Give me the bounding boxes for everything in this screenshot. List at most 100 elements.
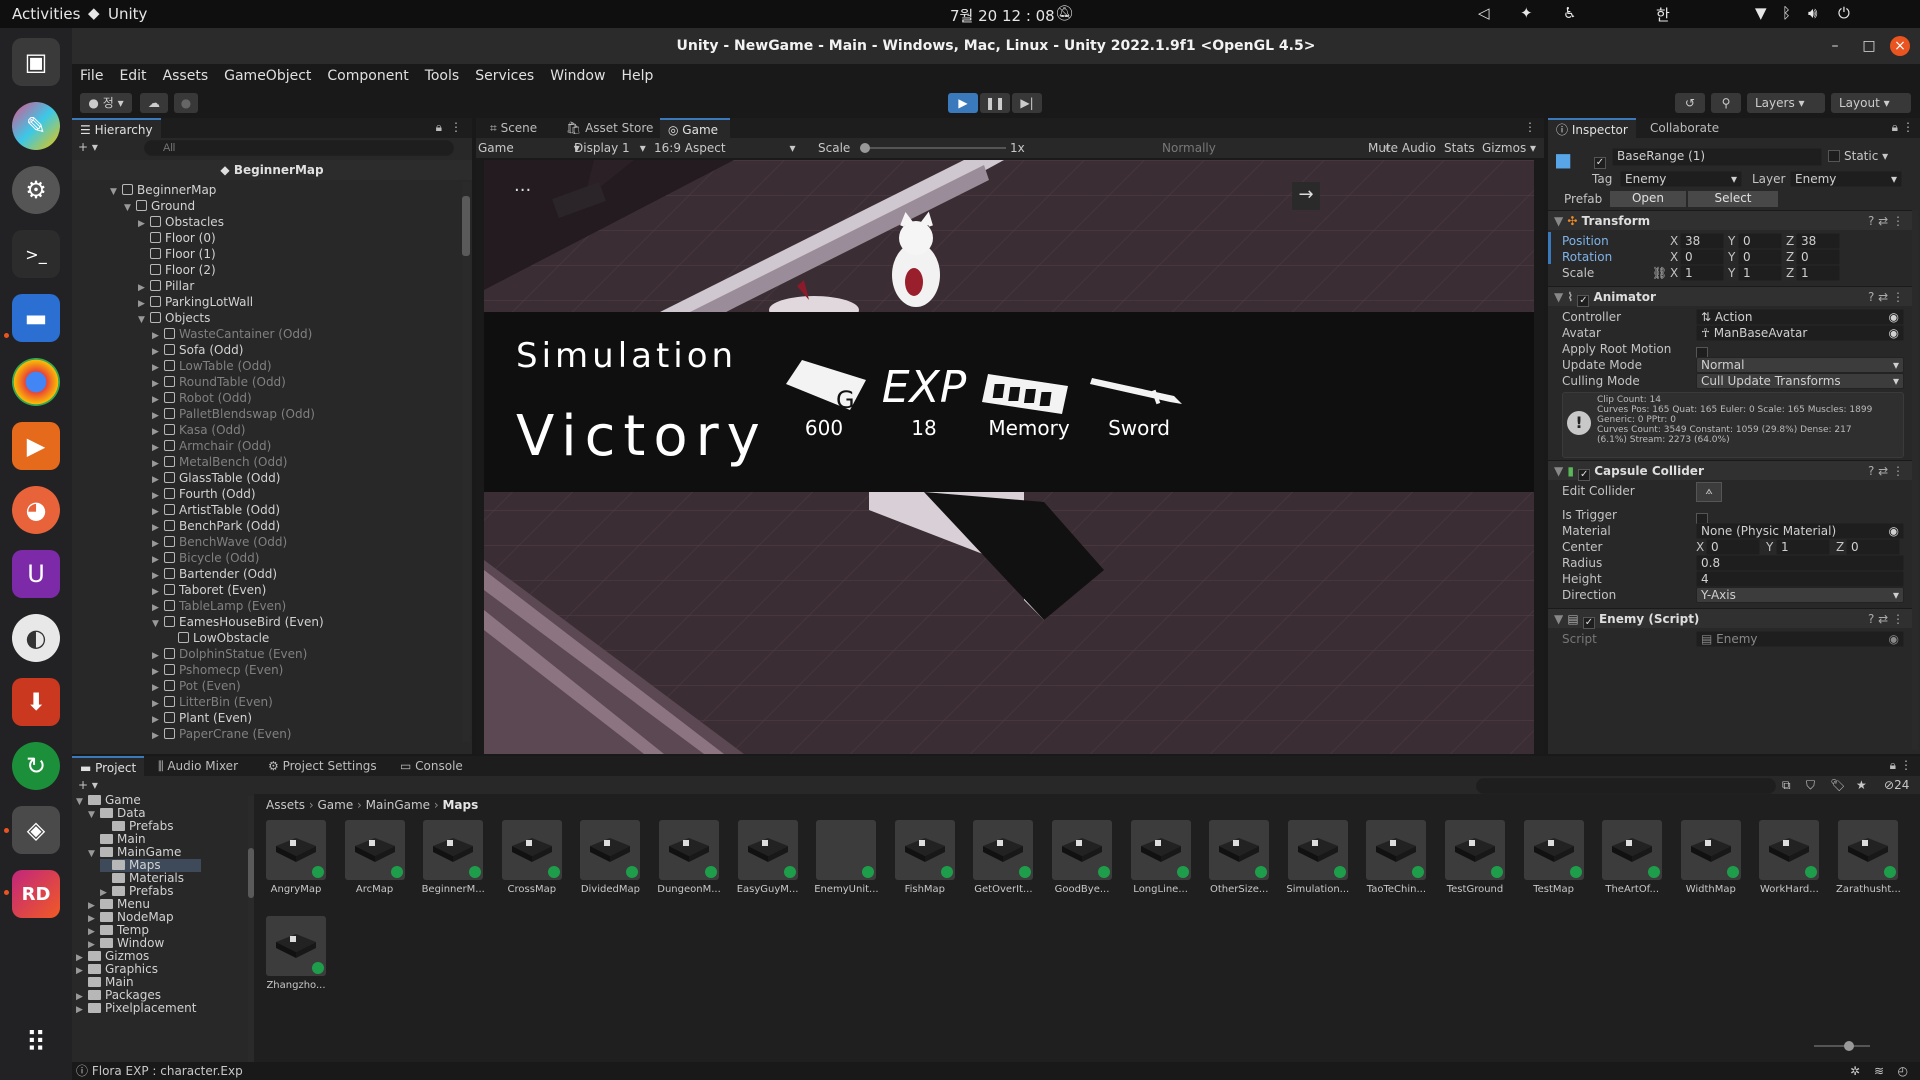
direction-dropdown[interactable]: Y-Axis ▾ — [1696, 587, 1904, 603]
prefab-select-button[interactable]: Select — [1688, 191, 1778, 207]
breadcrumb-item[interactable]: MainGame — [366, 798, 430, 812]
script-field[interactable]: ▤ Enemy ◉ — [1696, 631, 1904, 647]
position-x-field[interactable]: 38 — [1680, 233, 1724, 249]
avatar-field[interactable]: ☥ ManBaseAvatar ◉ — [1696, 325, 1904, 341]
fox-app-icon[interactable]: ◕ — [12, 486, 60, 534]
unity-icon[interactable]: ◈ — [12, 806, 60, 854]
close-button[interactable]: × — [1890, 36, 1910, 56]
transform-header[interactable]: ▼ ✣ Transform? ⇄ ⋮ — [1548, 210, 1912, 230]
project-add-button[interactable]: + ▾ — [78, 778, 98, 792]
history-icon[interactable]: ↺ — [1675, 93, 1705, 113]
scale-x-field[interactable]: 1 — [1680, 265, 1724, 281]
notify-icon[interactable]: ◁ — [1478, 4, 1490, 22]
hidden-count[interactable]: ⊘24 — [1884, 778, 1909, 792]
hierarchy-item[interactable]: ▶ ParkingLotWall — [138, 294, 253, 310]
expand-arrow-icon[interactable]: ▼ — [138, 312, 150, 328]
hierarchy-item[interactable]: ▶ Pshomecp (Even) — [152, 662, 283, 678]
rotation-y-field[interactable]: 0 — [1738, 249, 1782, 265]
static-checkbox[interactable]: Static ▾ — [1828, 149, 1888, 163]
hierarchy-item[interactable]: ▶ Obstacles — [138, 214, 224, 230]
folder-arrow-icon[interactable]: ▶ — [76, 1004, 88, 1017]
hierarchy-scrollbar[interactable] — [462, 182, 470, 742]
asset-item[interactable]: TheArtOf... — [1600, 820, 1664, 910]
favorite-icon[interactable]: ★ — [1856, 778, 1867, 792]
asset-item[interactable]: Zhangzho... — [264, 916, 328, 1006]
filter-label-icon[interactable]: ⛉ — [1806, 778, 1815, 793]
menu-assets[interactable]: Assets — [155, 64, 217, 84]
inspector-more-icon[interactable]: ⋮ — [1902, 120, 1914, 134]
tab-console[interactable]: ▭ Console — [392, 756, 471, 776]
hierarchy-item[interactable]: ▶ ArtistTable (Odd) — [152, 502, 280, 518]
display-dropdown[interactable]: Display 1 ▾ — [574, 141, 646, 155]
menu-gameobject[interactable]: GameObject — [216, 64, 319, 84]
material-field[interactable]: None (Physic Material) ◉ — [1696, 523, 1904, 539]
asset-item[interactable]: OtherSize... — [1207, 820, 1271, 910]
gizmos-dropdown[interactable]: Gizmos ▾ — [1482, 141, 1536, 155]
folder-arrow-icon[interactable]: ▼ — [76, 796, 88, 809]
tab-project-settings[interactable]: ⚙ Project Settings — [260, 756, 385, 776]
hierarchy-item[interactable]: ▶ DolphinStatue (Even) — [152, 646, 307, 662]
radius-field[interactable]: 0.8 — [1696, 555, 1904, 571]
clock[interactable]: 7월 20 12 : 08 — [950, 5, 1055, 26]
tab-project[interactable]: ▬ Project — [72, 756, 145, 776]
asset-item[interactable]: TaoTeChin... — [1364, 820, 1428, 910]
layout-dropdown[interactable]: Layout ▾ — [1831, 93, 1911, 113]
edit-collider-button[interactable]: ⟑ — [1696, 482, 1722, 502]
render-dropdown[interactable]: Normally ▾ — [1162, 141, 1390, 155]
collab-icon[interactable]: ● — [174, 93, 198, 113]
app-grid-icon[interactable]: ⠿ — [12, 1018, 60, 1066]
cloud-icon[interactable]: ☁ — [140, 93, 168, 113]
position-y-field[interactable]: 0 — [1738, 233, 1782, 249]
filter-type-icon[interactable]: ⧉ — [1782, 778, 1791, 793]
hierarchy-item[interactable]: ▶ Plant (Even) — [152, 710, 252, 726]
thumbnail-size-slider[interactable] — [1814, 1041, 1870, 1051]
height-field[interactable]: 4 — [1696, 571, 1904, 587]
breadcrumb-item[interactable]: Game — [318, 798, 354, 812]
stats-toggle[interactable]: Stats — [1444, 141, 1475, 155]
video-player-icon[interactable]: ▶ — [12, 422, 60, 470]
add-button[interactable]: + ▾ — [78, 140, 98, 154]
scale-y-field[interactable]: 1 — [1738, 265, 1782, 281]
asset-item[interactable]: BeginnerM... — [421, 820, 485, 910]
asset-item[interactable]: Simulation... — [1286, 820, 1350, 910]
maximize-button[interactable]: □ — [1859, 36, 1879, 56]
power-icon[interactable]: ⏻ — [1838, 4, 1850, 22]
folder-arrow-icon[interactable]: ▼ — [88, 809, 100, 822]
hierarchy-item[interactable]: ▶ BenchPark (Odd) — [152, 518, 280, 534]
active-checkbox[interactable]: ✓ — [1594, 148, 1610, 169]
tab-inspector[interactable]: ⓘ Inspector — [1548, 118, 1636, 138]
hierarchy-item[interactable]: ▶ Bicycle (Odd) — [152, 550, 259, 566]
asset-item[interactable]: TestMap — [1522, 820, 1586, 910]
scene-header[interactable]: ◆ BeginnerMap — [72, 160, 472, 180]
asset-item[interactable]: EnemyUnit... — [814, 820, 878, 910]
hierarchy-item[interactable]: ▶ PalletBlendswap (Odd) — [152, 406, 315, 422]
layer-dropdown[interactable]: Enemy ▾ — [1790, 171, 1902, 187]
collider-header[interactable]: ▼ ▮ ✓ Capsule Collider? ⇄ ⋮ — [1548, 460, 1912, 481]
scale-slider[interactable] — [860, 143, 1006, 153]
asset-item[interactable]: DungeonM... — [657, 820, 721, 910]
hierarchy-item[interactable]: Floor (2) — [138, 262, 216, 278]
asset-item[interactable]: GetOverIt... — [971, 820, 1035, 910]
menu-file[interactable]: File — [72, 64, 111, 84]
folder-arrow-icon[interactable]: ▼ — [88, 848, 100, 861]
hierarchy-item[interactable]: ▶ MetalBench (Odd) — [152, 454, 287, 470]
menu-window[interactable]: Window — [542, 64, 613, 84]
center-x-field[interactable]: 0 — [1706, 539, 1760, 555]
hierarchy-item[interactable]: ▶ Armchair (Odd) — [152, 438, 271, 454]
asset-item[interactable]: CrossMap — [500, 820, 564, 910]
asset-item[interactable]: AngryMap — [264, 820, 328, 910]
hierarchy-item[interactable]: Floor (1) — [138, 246, 216, 262]
project-folder[interactable]: ▶ Pixelplacement — [76, 1002, 196, 1017]
tab-collaborate[interactable]: Collaborate — [1642, 118, 1727, 138]
hierarchy-item[interactable]: ▶ BenchWave (Odd) — [152, 534, 287, 550]
center-y-field[interactable]: 1 — [1776, 539, 1830, 555]
asset-item[interactable]: FishMap — [893, 820, 957, 910]
hierarchy-item[interactable]: ▶ LitterBin (Even) — [152, 694, 273, 710]
tab-audio-mixer[interactable]: ⫼ Audio Mixer — [150, 756, 246, 776]
minimize-button[interactable]: – — [1825, 36, 1845, 56]
center-z-field[interactable]: 0 — [1846, 539, 1900, 555]
files-icon[interactable]: ▬ — [12, 294, 60, 342]
aspect-dropdown[interactable]: 16:9 Aspect ▾ — [654, 141, 796, 155]
play-button[interactable]: ▶ — [948, 93, 978, 113]
breadcrumb-item[interactable]: Maps — [442, 798, 478, 812]
